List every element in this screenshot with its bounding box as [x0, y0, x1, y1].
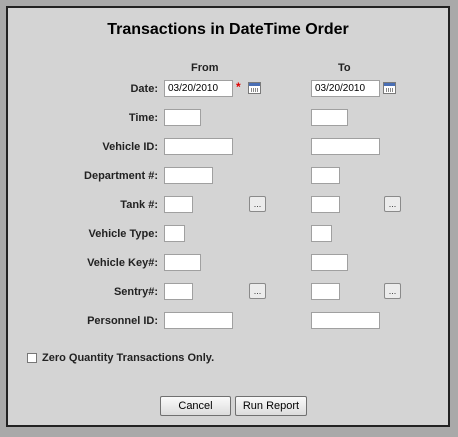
personnel-id-to-input[interactable] — [311, 312, 380, 329]
sentry-to-input[interactable] — [311, 283, 340, 300]
tank-to-browse-button[interactable]: ... — [384, 196, 401, 212]
calendar-icon[interactable] — [383, 82, 396, 94]
to-column-header: To — [338, 62, 351, 74]
time-label: Time: — [128, 112, 158, 124]
department-to-input[interactable] — [311, 167, 340, 184]
calendar-icon[interactable] — [248, 82, 261, 94]
personnel-id-from-input[interactable] — [164, 312, 233, 329]
cancel-button[interactable]: Cancel — [160, 396, 231, 416]
sentry-to-browse-button[interactable]: ... — [384, 283, 401, 299]
time-from-input[interactable] — [164, 109, 201, 126]
required-marker: * — [236, 80, 241, 94]
dialog-title: Transactions in DateTime Order — [107, 21, 349, 38]
tank-to-input[interactable] — [311, 196, 340, 213]
date-to-input[interactable]: 03/20/2010 — [311, 80, 380, 97]
tank-from-browse-button[interactable]: ... — [249, 196, 266, 212]
vehicle-key-from-input[interactable] — [164, 254, 201, 271]
tank-label: Tank #: — [120, 199, 158, 211]
vehicle-key-to-input[interactable] — [311, 254, 348, 271]
vehicle-key-label: Vehicle Key#: — [87, 257, 158, 269]
run-report-button[interactable]: Run Report — [235, 396, 307, 416]
vehicle-id-from-input[interactable] — [164, 138, 233, 155]
zero-quantity-label: Zero Quantity Transactions Only. — [42, 352, 215, 364]
vehicle-type-label: Vehicle Type: — [88, 228, 159, 240]
sentry-label: Sentry#: — [113, 286, 158, 298]
report-dialog: Transactions in DateTime Order From To D… — [6, 6, 450, 427]
time-to-input[interactable] — [311, 109, 348, 126]
department-label: Department #: — [84, 170, 158, 182]
personnel-id-label: Personnel ID: — [87, 315, 158, 327]
sentry-from-browse-button[interactable]: ... — [249, 283, 266, 299]
vehicle-id-to-input[interactable] — [311, 138, 380, 155]
vehicle-id-label: Vehicle ID: — [102, 141, 158, 153]
vehicle-type-to-input[interactable] — [311, 225, 332, 242]
sentry-from-input[interactable] — [164, 283, 193, 300]
vehicle-type-from-input[interactable] — [164, 225, 185, 242]
department-from-input[interactable] — [164, 167, 213, 184]
tank-from-input[interactable] — [164, 196, 193, 213]
date-from-input[interactable]: 03/20/2010 — [164, 80, 233, 97]
from-column-header: From — [191, 62, 219, 74]
zero-quantity-checkbox[interactable] — [27, 353, 37, 363]
date-label: Date: — [130, 83, 158, 95]
